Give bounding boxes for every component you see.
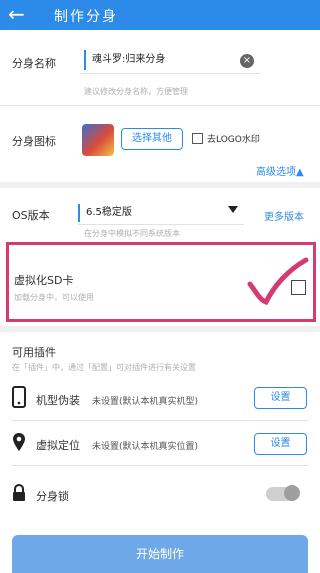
app-icon-image[interactable] — [82, 124, 114, 156]
plugins-title: 可用插件 — [12, 346, 56, 359]
location-settings-button[interactable]: 设置 — [254, 433, 307, 455]
plugin-value: 未设置(默认本机真实机型) — [92, 397, 199, 407]
lock-icon — [13, 484, 25, 501]
back-arrow-icon[interactable]: ← — [8, 2, 25, 26]
top-bar: ← 制作分身 — [0, 0, 320, 30]
remove-logo-checkbox[interactable] — [192, 133, 203, 144]
more-versions-link[interactable]: 更多版本 — [264, 208, 304, 223]
section-divider — [0, 326, 320, 332]
clone-name-input[interactable]: 魂斗罗:归来分身 — [84, 50, 234, 70]
row-divider — [12, 465, 308, 466]
clone-icon-label: 分身图标 — [12, 135, 56, 148]
virtual-sd-hint: 加载分身中，可以使用 — [14, 293, 94, 302]
plugin-value: 未设置(默认本机真实位置) — [92, 442, 199, 452]
clone-name-label: 分身名称 — [12, 57, 56, 70]
section-divider — [0, 182, 320, 188]
device-settings-button[interactable]: 设置 — [254, 387, 307, 409]
clear-icon[interactable]: × — [240, 54, 254, 68]
plugin-label: 机型伪装 — [36, 394, 80, 407]
start-button[interactable]: 开始制作 — [12, 535, 308, 573]
remove-logo-label: 去LOGO水印 — [207, 135, 260, 145]
os-version-hint: 在分身中模拟不同系统版本 — [84, 229, 180, 238]
os-version-select[interactable]: 6.5稳定版 — [78, 204, 244, 222]
plugins-hint: 在「插件」中，通过「配置」可对插件进行有关设置 — [12, 363, 196, 372]
os-version-label: OS版本 — [12, 209, 50, 222]
plugin-label: 分身锁 — [36, 490, 69, 503]
clone-name-hint: 建议修改分身名称，方便管理 — [84, 87, 188, 96]
advanced-options-link[interactable]: 高级选项▲ — [256, 163, 304, 178]
location-icon — [13, 433, 25, 451]
select-underline — [78, 224, 244, 225]
phone-icon — [12, 386, 26, 408]
choose-icon-button[interactable]: 选择其他 — [121, 128, 183, 150]
virtual-sd-checkbox[interactable] — [291, 280, 306, 295]
input-underline — [80, 73, 260, 74]
virtual-sd-label: 虚拟化SD卡 — [14, 274, 74, 287]
dropdown-caret-icon[interactable] — [228, 206, 238, 213]
toggle-knob — [284, 485, 300, 501]
page-title: 制作分身 — [54, 9, 118, 25]
divider — [0, 105, 320, 106]
plugin-label: 虚拟定位 — [36, 439, 80, 452]
clone-lock-toggle[interactable] — [266, 485, 300, 501]
row-divider — [12, 420, 308, 421]
